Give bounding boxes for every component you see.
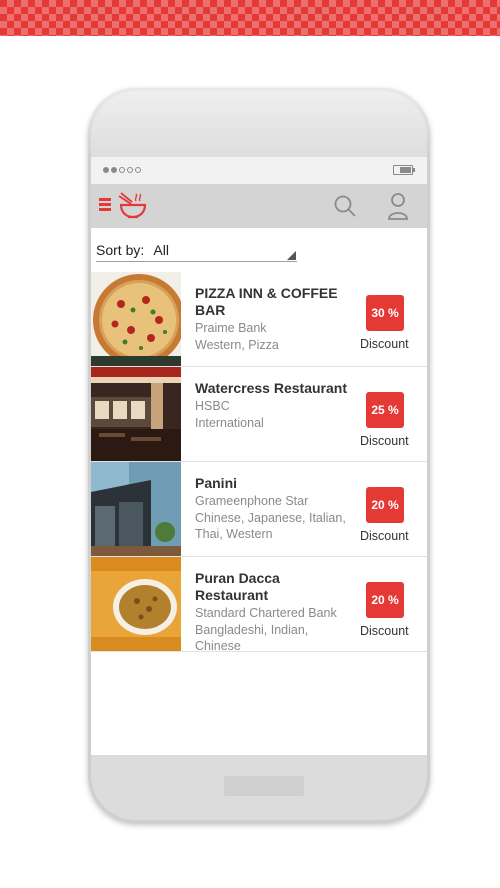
restaurant-row[interactable]: Puran Dacca Restaurant Standard Chartere… <box>91 557 427 653</box>
restaurant-exterior-photo <box>91 462 181 556</box>
restaurant-name: Watercress Restaurant <box>195 380 347 396</box>
restaurant-cuisine: Bangladeshi, Indian, Chinese <box>195 623 309 653</box>
battery-icon <box>393 165 415 175</box>
restaurant-bank: Grameenphone Star <box>195 494 309 508</box>
discount-label: Discount <box>360 529 409 543</box>
user-icon[interactable] <box>387 192 409 220</box>
restaurant-bank: Praime Bank <box>195 321 267 335</box>
dropdown-arrow-icon <box>287 251 296 260</box>
discount-badge: 25 % <box>366 392 404 428</box>
discount-label: Discount <box>360 624 409 638</box>
restaurant-bank: Standard Chartered Bank <box>195 606 337 620</box>
restaurant-name: Puran Dacca Restaurant <box>195 570 280 603</box>
discount-label: Discount <box>360 434 409 448</box>
sort-bar: Sort by: All <box>91 228 427 272</box>
restaurant-cuisine: Western, Pizza <box>195 338 279 352</box>
restaurant-row[interactable]: PIZZA INN & COFFEE BAR Praime Bank Weste… <box>91 272 427 367</box>
discount-badge: 20 % <box>366 487 404 523</box>
search-icon[interactable] <box>333 194 357 218</box>
discount-badge: 20 % <box>366 582 404 618</box>
restaurant-interior-photo <box>91 367 181 461</box>
restaurant-cuisine: International <box>195 416 264 430</box>
app-header <box>91 184 427 228</box>
sort-dropdown[interactable]: Sort by: All <box>96 238 297 262</box>
status-bar <box>91 157 427 184</box>
app-screen: Sort by: All PIZZA INN & COFFEE BAR Prai… <box>91 157 427 755</box>
restaurant-list: PIZZA INN & COFFEE BAR Praime Bank Weste… <box>91 272 427 653</box>
sort-value: All <box>153 242 169 258</box>
food-bowl-logo-icon <box>118 192 147 219</box>
sort-label: Sort by: <box>96 242 145 258</box>
discount-label: Discount <box>360 337 409 351</box>
restaurant-name: Panini <box>195 475 238 491</box>
home-button[interactable] <box>224 776 304 796</box>
restaurant-row[interactable]: Panini Grameenphone Star Chinese, Japane… <box>91 462 427 557</box>
pizza-photo <box>91 272 181 366</box>
decorative-header-pattern <box>0 0 500 36</box>
restaurant-row[interactable]: Watercress Restaurant HSBC International… <box>91 367 427 462</box>
discount-badge: 30 % <box>366 295 404 331</box>
biryani-food-photo <box>91 557 181 651</box>
menu-icon[interactable] <box>99 198 111 212</box>
restaurant-bank: HSBC <box>195 399 230 413</box>
restaurant-name: PIZZA INN & COFFEE BAR <box>195 285 338 318</box>
signal-strength-icon <box>103 167 141 173</box>
restaurant-cuisine: Chinese, Japanese, Italian, Thai, Wester… <box>195 511 346 541</box>
